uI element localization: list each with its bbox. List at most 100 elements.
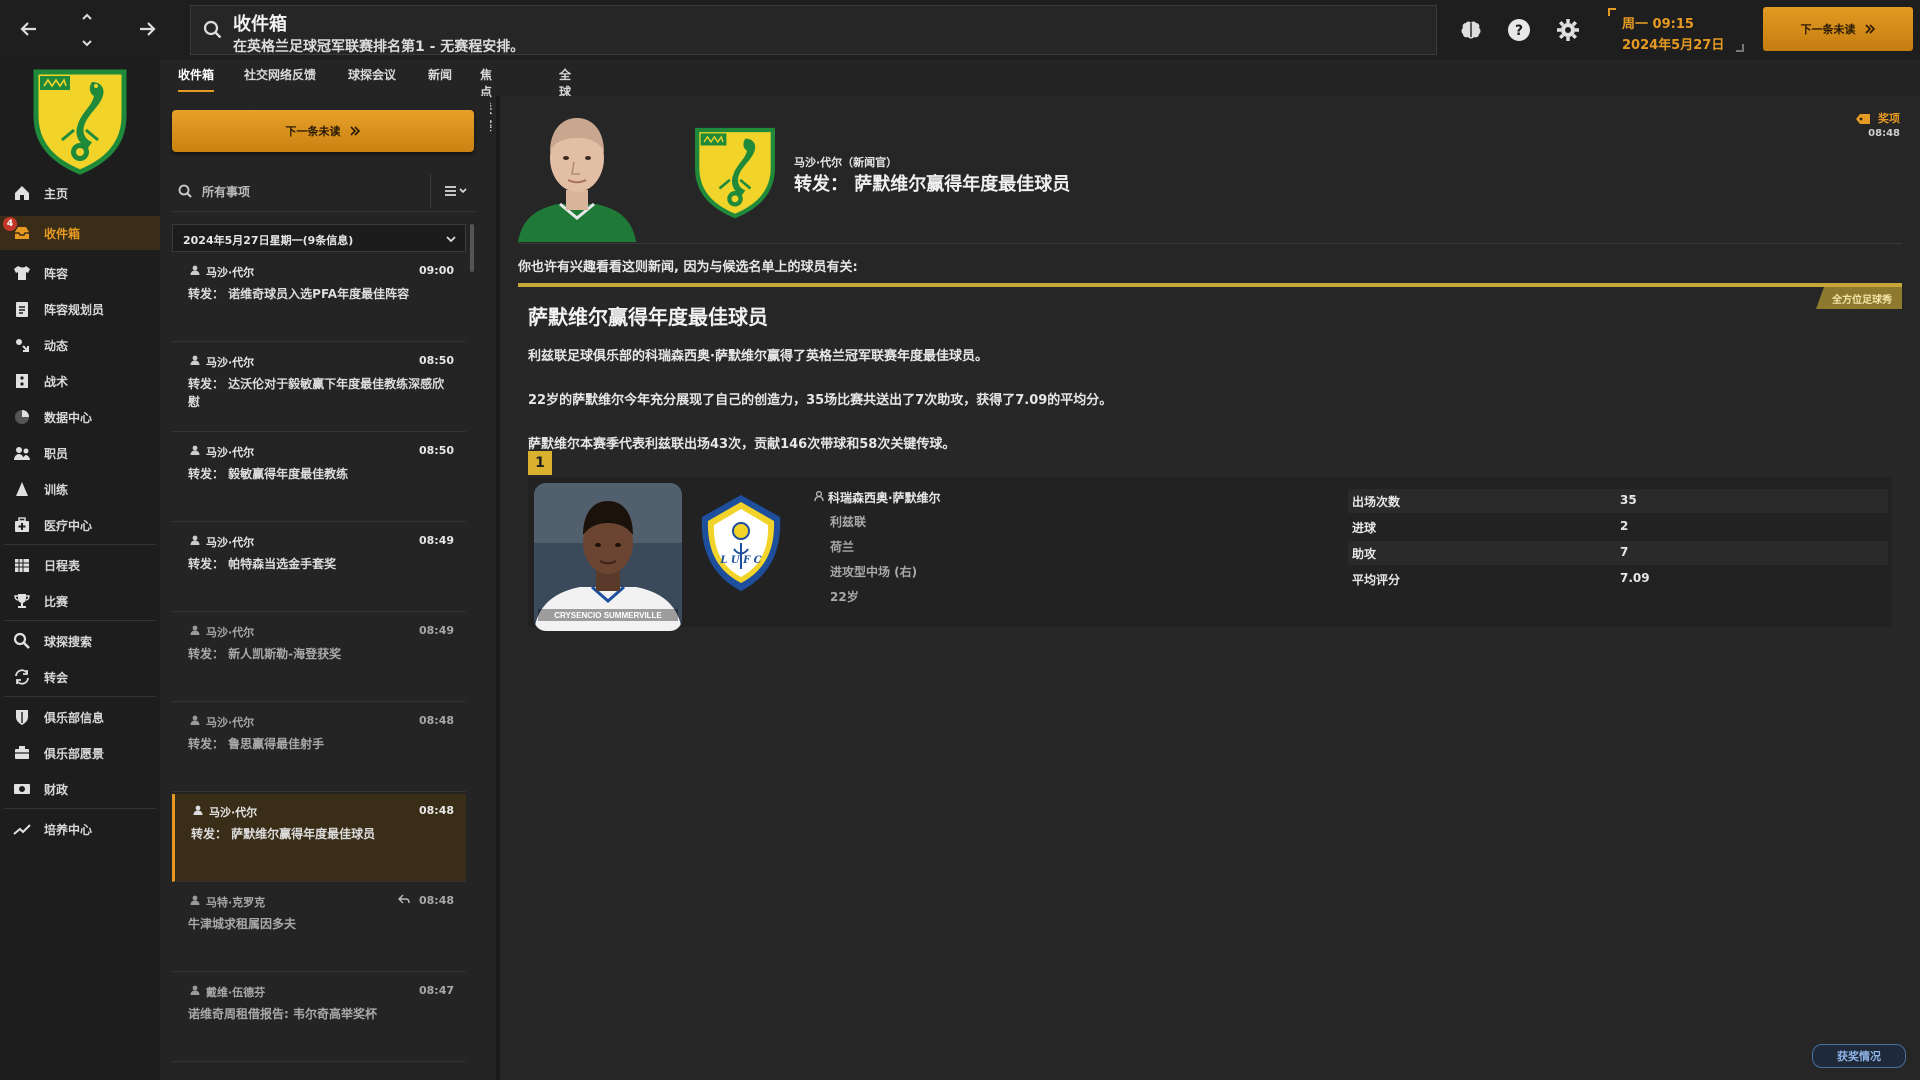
sidebar-item-label: 球探搜索: [44, 634, 93, 649]
tactics-icon: [10, 369, 34, 393]
sidebar-item-dynamics[interactable]: 动态: [0, 328, 160, 362]
news-paragraph: 利兹联足球俱乐部的科瑞森西奥·萨默维尔赢得了英格兰冠军联赛年度最佳球员。: [528, 349, 988, 364]
sidebar-item-transfers[interactable]: 转会: [0, 660, 160, 694]
message-time: 08:50: [418, 354, 454, 367]
sender-portrait[interactable]: [518, 106, 636, 242]
player-club[interactable]: 利兹联: [830, 513, 866, 530]
staff-icon: [10, 441, 34, 465]
leeds-crest-logo[interactable]: L U F C: [698, 491, 784, 595]
clipboard-icon: [10, 297, 34, 321]
tab-world-news[interactable]: 全球要闻: [559, 66, 571, 133]
sort-menu-icon[interactable]: [444, 184, 470, 198]
message-from[interactable]: 马沙·代尔（新闻官）: [794, 154, 897, 170]
news-source-tag[interactable]: 全方位足球秀: [1816, 287, 1902, 309]
news-paragraph: 萨默维尔本赛季代表利兹联出场43次，贡献146次带球和58次关键传球。: [528, 437, 956, 452]
transfer-icon: [10, 665, 34, 689]
sidebar-item-scouting[interactable]: 球探搜索: [0, 624, 160, 658]
list-scrollbar[interactable]: [470, 224, 474, 272]
sidebar-item-tactics[interactable]: 战术: [0, 364, 160, 398]
tab-scouting-meetings[interactable]: 球探会议: [348, 66, 396, 92]
sidebar-item-competitions[interactable]: 比赛: [0, 584, 160, 618]
page-header-search[interactable]: 收件箱 在英格兰足球冠军联赛排名第1 - 无赛程安排。: [190, 5, 1437, 55]
top-bar: 收件箱 在英格兰足球冠军联赛排名第1 - 无赛程安排。 ? 周一 09:15 2…: [0, 0, 1920, 60]
list-item-selected[interactable]: 马沙·代尔 08:48 转发： 萨默维尔赢得年度最佳球员: [172, 794, 466, 882]
sidebar-item-club-info[interactable]: 俱乐部信息: [0, 700, 160, 734]
sidebar-item-squad-planner[interactable]: 阵容规划员: [0, 292, 160, 326]
sidebar-item-medical[interactable]: 医疗中心: [0, 508, 160, 542]
person-icon: [190, 355, 200, 365]
sidebar-item-schedule[interactable]: 日程表: [0, 548, 160, 582]
game-date-box[interactable]: 周一 09:15 2024年5月27日: [1608, 8, 1744, 53]
message-time: 08:48: [418, 804, 454, 817]
news-card: 全方位足球秀 萨默维尔赢得年度最佳球员 利兹联足球俱乐部的科瑞森西奥·萨默维尔赢…: [518, 283, 1902, 643]
message-subject: 转发： 达沃伦对于毅敏赢下年度最佳教练深感欣慰: [188, 377, 445, 409]
tab-inbox[interactable]: 收件箱: [178, 66, 215, 92]
unread-badge: 4: [3, 217, 17, 231]
sidebar-item-label: 阵容: [44, 266, 69, 281]
sidebar-item-training[interactable]: 训练: [0, 472, 160, 506]
sidebar-item-squad[interactable]: 阵容: [0, 256, 160, 290]
list-item[interactable]: 马沙·代尔 08:49 转发： 新人凯斯勒-海登获奖: [172, 614, 466, 702]
list-item[interactable]: 马沙·代尔 08:50 转发： 毅敏赢得年度最佳教练: [172, 434, 466, 522]
sidebar-item-label: 战术: [44, 374, 69, 389]
next-unread-button[interactable]: 下一条未读: [172, 110, 474, 152]
forward-button[interactable]: [130, 12, 164, 46]
sidebar-item-club-vision[interactable]: 俱乐部愿景: [0, 736, 160, 770]
sidebar-item-development[interactable]: 培养中心: [0, 812, 160, 846]
tab-focus-leagues[interactable]: 焦点联赛: [480, 66, 492, 133]
sidebar-item-label: 医疗中心: [44, 518, 93, 533]
person-icon: [190, 265, 200, 275]
stat-label: 助攻: [1352, 547, 1377, 561]
date-group-header[interactable]: 2024年5月27日星期一(9条信息): [172, 224, 466, 252]
awards-button[interactable]: 获奖情况: [1812, 1044, 1906, 1068]
list-item[interactable]: 马沙·代尔 08:49 转发： 帕特森当选金手套奖: [172, 524, 466, 612]
help-icon[interactable]: ?: [1503, 14, 1535, 46]
list-item[interactable]: 戴维·伍德芬 08:47 诺维奇周租借报告: 韦尔奇高举奖杯: [172, 974, 466, 1062]
svg-text:L U F C: L U F C: [719, 555, 761, 566]
chevron-up-icon: [82, 13, 92, 20]
tab-news[interactable]: 新闻: [428, 66, 452, 92]
list-item[interactable]: 马沙·代尔 08:50 转发： 达沃伦对于毅敏赢下年度最佳教练深感欣慰: [172, 344, 466, 432]
message-subject: 转发： 萨默维尔赢得年度最佳球员: [191, 827, 376, 841]
back-button[interactable]: [12, 12, 46, 46]
divider: [518, 243, 1902, 244]
sidebar-item-label: 日程表: [44, 558, 81, 573]
player-summary: CRYSENCIO SUMMERVILLE L U F C 科瑞森西奥·萨默维尔…: [528, 477, 1892, 631]
continue-button[interactable]: 下一条未读: [1763, 7, 1913, 51]
player-name[interactable]: 科瑞森西奥·萨默维尔: [828, 489, 941, 506]
scroll-down-button[interactable]: [70, 32, 104, 54]
message-subject: 牛津城求租属因多夫: [188, 917, 297, 931]
sidebar-item-data-hub[interactable]: 数据中心: [0, 400, 160, 434]
list-item[interactable]: 马特·克罗克 08:48 牛津城求租属因多夫: [172, 884, 466, 972]
stat-value: 35: [1620, 493, 1637, 507]
message-detail: 马沙·代尔（新闻官） 转发： 萨默维尔赢得年度最佳球员 奖项 08:48 你也许…: [496, 96, 1920, 1080]
intro-text: 你也许有兴趣看看这则新闻, 因为与候选名单上的球员有关:: [518, 260, 858, 275]
message-sender: 马沙·代尔: [206, 266, 255, 279]
list-item[interactable]: 马沙·代尔 09:00 转发： 诺维奇球员入选PFA年度最佳阵容: [172, 254, 466, 342]
development-icon: [10, 817, 34, 841]
sidebar-item-label: 俱乐部愿景: [44, 746, 105, 761]
club-crest-logo[interactable]: [30, 68, 130, 176]
player-age: 22岁: [830, 590, 859, 604]
tab-social-feedback[interactable]: 社交网络反馈: [244, 66, 316, 92]
player-photo[interactable]: CRYSENCIO SUMMERVILLE: [534, 483, 682, 631]
club-crest-logo[interactable]: [692, 126, 778, 220]
sidebar-item-finances[interactable]: 财政: [0, 772, 160, 806]
message-sender: 马沙·代尔: [206, 446, 255, 459]
message-time: 08:49: [418, 534, 454, 547]
next-unread-label: 下一条未读: [285, 125, 341, 138]
message-time: 08:49: [418, 624, 454, 637]
filter-input[interactable]: 所有事项: [202, 183, 250, 200]
person-icon: [193, 805, 203, 815]
sidebar-item-staff[interactable]: 职员: [0, 436, 160, 470]
gear-icon[interactable]: [1552, 14, 1584, 46]
sidebar-item-inbox[interactable]: 4 收件箱: [0, 216, 160, 250]
sidebar-item-home[interactable]: 主页: [0, 176, 160, 210]
message-subject-title: 转发： 萨默维尔赢得年度最佳球员: [794, 174, 1071, 195]
scroll-up-button[interactable]: [70, 6, 104, 28]
brain-icon[interactable]: [1455, 14, 1487, 46]
chevron-down-icon: [446, 236, 456, 243]
list-item[interactable]: 马沙·代尔 08:48 转发： 鲁思赢得最佳射手: [172, 704, 466, 792]
person-icon: [190, 535, 200, 545]
calendar-icon: [10, 553, 34, 577]
